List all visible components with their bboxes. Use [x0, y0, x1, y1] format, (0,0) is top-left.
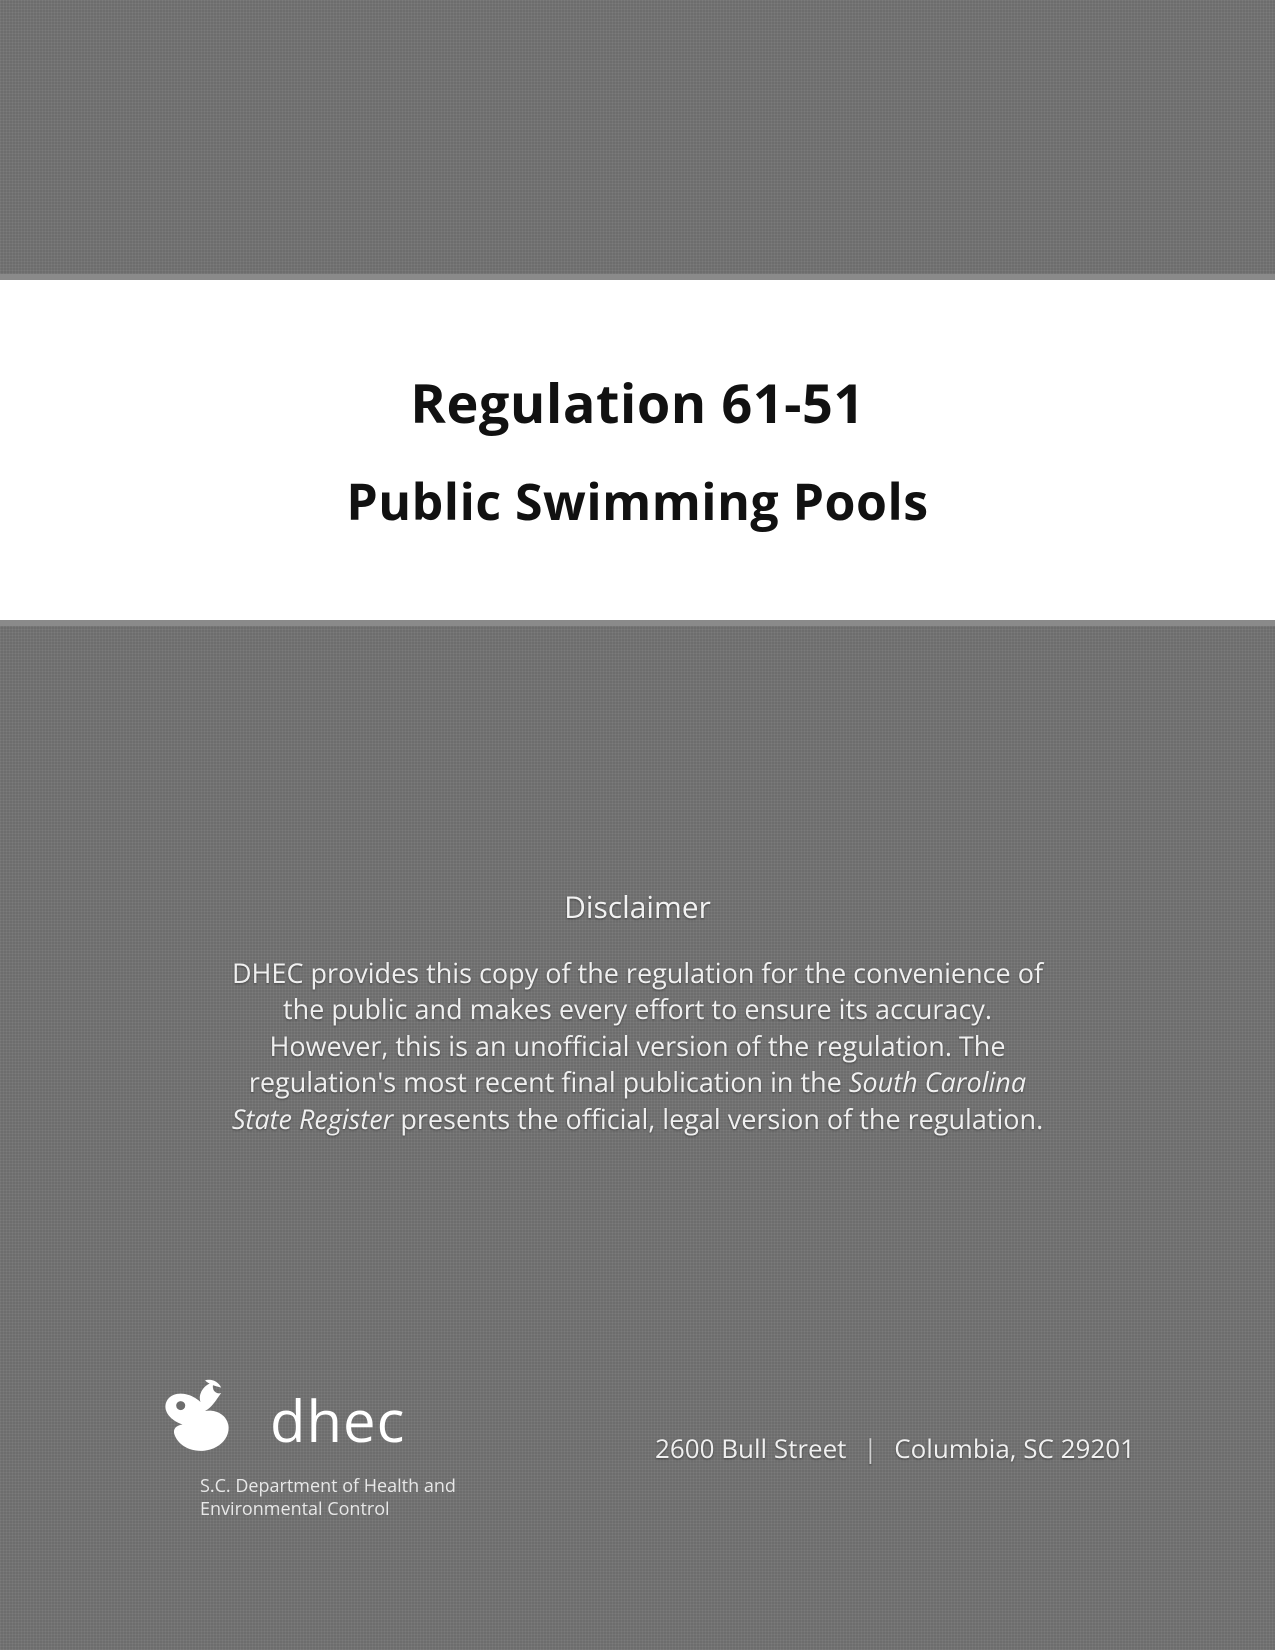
disclaimer-text-post: presents the official, legal version of … — [393, 1100, 1043, 1137]
address-street: 2600 Bull Street — [655, 1430, 846, 1466]
logo-row: dhec — [150, 1375, 456, 1465]
top-grey-band — [0, 0, 1275, 280]
logo-wordmark: dhec — [270, 1391, 405, 1449]
disclaimer-heading: Disclaimer — [230, 886, 1045, 927]
bottom-grey-band: Disclaimer DHEC provides this copy of th… — [0, 620, 1275, 1650]
address-separator: | — [863, 1430, 877, 1466]
address: 2600 Bull Street | Columbia, SC 29201 — [655, 1430, 1135, 1466]
org-name-line2: Environmental Control — [200, 1497, 390, 1521]
address-city: Columbia, SC 29201 — [894, 1430, 1135, 1466]
org-name-line1: S.C. Department of Health and — [200, 1474, 456, 1498]
org-name: S.C. Department of Health and Environmen… — [200, 1475, 456, 1520]
dhec-logo-icon — [150, 1375, 260, 1465]
disclaimer-body: DHEC provides this copy of the regulatio… — [230, 955, 1045, 1137]
regulation-number: Regulation 61-51 — [410, 365, 864, 439]
disclaimer-block: Disclaimer DHEC provides this copy of th… — [0, 886, 1275, 1137]
footer: dhec S.C. Department of Health and Envir… — [0, 1375, 1275, 1520]
logo-block: dhec S.C. Department of Health and Envir… — [150, 1375, 456, 1520]
title-band: Regulation 61-51 Public Swimming Pools — [0, 280, 1275, 620]
regulation-title: Public Swimming Pools — [346, 467, 928, 535]
